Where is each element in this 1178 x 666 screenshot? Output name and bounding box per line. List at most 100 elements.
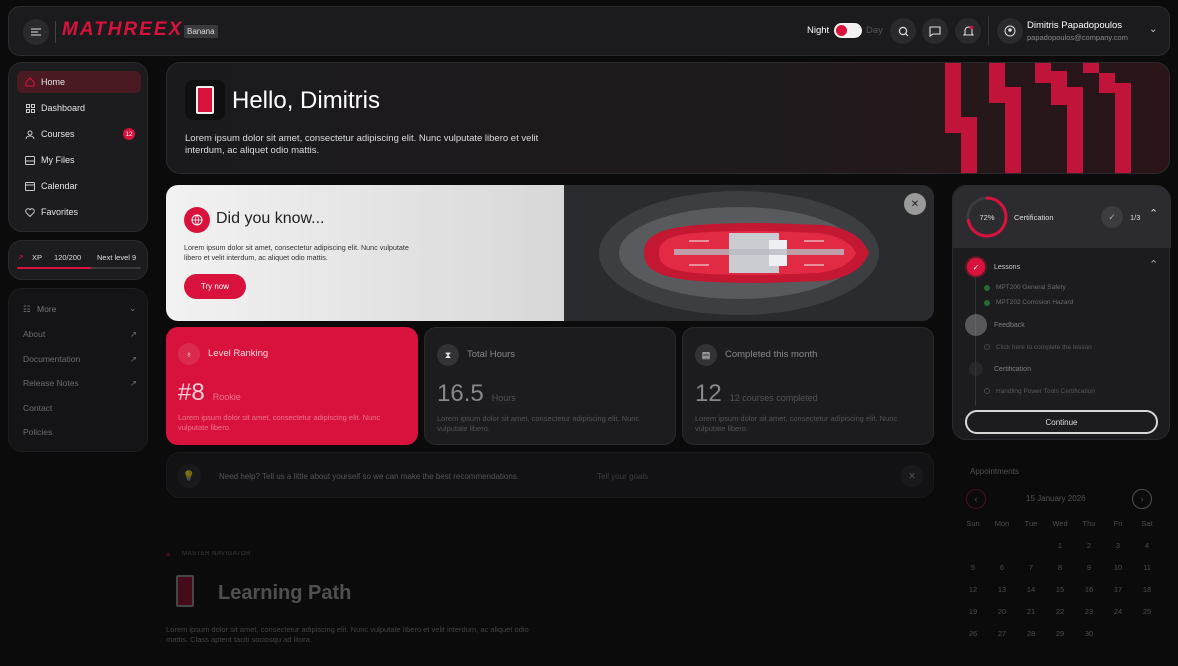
xp-widget: ↗ XP 120/200 Next level 9 [8, 240, 148, 280]
stat-label: Level Ranking [208, 348, 269, 359]
calendar-day[interactable]: 17 [1105, 585, 1131, 594]
calendar-day[interactable]: 16 [1076, 585, 1102, 594]
cert-count: 1/3 [1130, 213, 1141, 222]
dyk-text: Lorem ipsum dolor sit amet, consectetur … [184, 243, 409, 262]
chat-icon[interactable] [922, 18, 948, 44]
calendar-day[interactable]: 15 [1047, 585, 1073, 594]
brand-logo: MATHREEX [62, 19, 184, 40]
next-month-icon[interactable]: › [1132, 489, 1152, 509]
calendar-day[interactable]: 2 [1076, 541, 1102, 550]
more-item-release-notes[interactable]: Release Notes ↗ [23, 378, 137, 389]
lp-eyebrow: MASTER NAVIGATOR [182, 551, 252, 557]
external-link-icon: ↗ [129, 354, 137, 364]
calendar-day[interactable]: 24 [1105, 607, 1131, 616]
ship-image: ✕ [564, 185, 934, 321]
calendar-day[interactable]: 13 [989, 585, 1015, 594]
xp-progress-track [17, 267, 141, 269]
calendar-day[interactable]: 3 [1105, 541, 1131, 550]
stat-value: 16.5 [437, 380, 484, 407]
prev-month-icon[interactable]: ‹ [966, 489, 986, 509]
more-item-contact[interactable]: Contact [23, 403, 137, 413]
search-icon[interactable] [890, 18, 916, 44]
avatar[interactable] [997, 18, 1023, 44]
calendar-day[interactable]: 11 [1134, 563, 1160, 572]
stat-value: #8 [178, 379, 205, 406]
more-item-label: Policies [23, 427, 53, 437]
calendar-day[interactable]: 21 [1018, 607, 1044, 616]
more-item-documentation[interactable]: Documentation ↗ [23, 354, 137, 365]
calendar-weekday: Thu [1082, 519, 1096, 528]
help-goals-link[interactable]: Tell your goals [597, 472, 648, 481]
calendar-day[interactable]: 1 [1047, 541, 1073, 550]
more-item-label: About [23, 329, 46, 339]
more-item-label: Contact [23, 403, 53, 413]
more-panel: ☷ More ⌄ About ↗ Documentation ↗ Release N… [8, 288, 148, 452]
cert-step-item[interactable]: Handling Power Tools Certification [996, 388, 1095, 395]
stat-desc: Lorem ipsum dolor sit amet, consectetur … [178, 413, 381, 432]
calendar-day[interactable]: 23 [1076, 607, 1102, 616]
try-now-button[interactable]: Try now [184, 274, 246, 299]
stat-card-level-ranking[interactable]: ♁ Level Ranking #8 Rookie Lorem ipsum dol… [166, 327, 418, 445]
list-icon: ☷ [23, 304, 31, 314]
hourglass-icon: ⧗ [437, 344, 459, 366]
calendar-day[interactable]: 28 [1018, 629, 1044, 638]
stat-card-completed-month[interactable]: ▤ Completed this month 12 12 courses comp… [682, 327, 934, 445]
home-icon [25, 77, 35, 87]
close-icon[interactable]: ✕ [901, 465, 923, 487]
book-icon: ▤ [695, 344, 717, 366]
device-icon [176, 575, 194, 607]
top-bar: MATHREEX Banana Night Day Dimitris Papad… [8, 6, 1170, 56]
user-name: Dimitris Papadopoulos [1027, 20, 1123, 31]
stat-value-wrap: 16.5 Hours [437, 380, 516, 408]
calendar-day[interactable]: 19 [960, 607, 986, 616]
course-logo [185, 80, 225, 120]
calendar-day[interactable]: 10 [1105, 563, 1131, 572]
sidebar-item-my-files[interactable]: My Files [17, 149, 141, 171]
calendar-day[interactable]: 18 [1134, 585, 1160, 594]
more-header[interactable]: ☷ More [23, 304, 56, 315]
calendar-day[interactable]: 26 [960, 629, 986, 638]
calendar-day[interactable]: 4 [1134, 541, 1160, 550]
calendar-day[interactable]: 12 [960, 585, 986, 594]
chevron-up-icon[interactable]: ⌃ [1149, 207, 1158, 220]
continue-button[interactable]: Continue [965, 410, 1158, 434]
timeline-line [975, 276, 976, 406]
calendar-day[interactable]: 8 [1047, 563, 1073, 572]
theme-toggle[interactable] [834, 23, 862, 38]
files-icon [25, 155, 35, 165]
lesson-item[interactable]: MPT200 General Safety [996, 284, 1066, 291]
calendar-day[interactable]: 30 [1076, 629, 1102, 638]
lesson-item[interactable]: MPT202 Corrosion Hazard [996, 299, 1073, 306]
calendar-day[interactable]: 22 [1047, 607, 1073, 616]
sidebar-item-home[interactable]: Home [17, 71, 141, 93]
calendar-day[interactable]: 20 [989, 607, 1015, 616]
brand-tag: Banana [184, 25, 218, 38]
more-item-label: Release Notes [23, 378, 79, 388]
more-item-policies[interactable]: Policies [23, 427, 137, 437]
calendar-day[interactable]: 14 [1018, 585, 1044, 594]
calendar-day[interactable]: 9 [1076, 563, 1102, 572]
sidebar-item-favorites[interactable]: Favorites [17, 201, 141, 223]
calendar-day[interactable]: 5 [960, 563, 986, 572]
close-icon[interactable]: ✕ [904, 193, 926, 215]
stat-card-total-hours[interactable]: ⧗ Total Hours 16.5 Hours Lorem ipsum dolo… [424, 327, 676, 445]
chevron-down-icon[interactable]: ⌄ [129, 303, 137, 314]
calendar-day[interactable]: 29 [1047, 629, 1073, 638]
bell-icon[interactable] [955, 18, 981, 44]
sidebar-item-courses[interactable]: Courses 12 [17, 123, 141, 145]
feedback-item[interactable]: Click here to complete the lesson [996, 344, 1092, 351]
calendar-day[interactable]: 7 [1018, 563, 1044, 572]
hero-text: Lorem ipsum dolor sit amet, consectetur … [185, 133, 539, 156]
stat-unit: Hours [491, 393, 516, 403]
more-item-about[interactable]: About ↗ [23, 329, 137, 340]
sidebar-item-calendar[interactable]: Calendar [17, 175, 141, 197]
calendar-day[interactable]: 27 [989, 629, 1015, 638]
cert-percent: 72% [979, 213, 995, 222]
xp-next-level: Next level 9 [97, 253, 137, 262]
menu-icon[interactable] [23, 19, 49, 45]
calendar-day[interactable]: 25 [1134, 607, 1160, 616]
sidebar-item-dashboard[interactable]: Dashboard [17, 97, 141, 119]
chevron-down-icon[interactable]: ⌄ [1149, 24, 1157, 35]
calendar-day[interactable]: 6 [989, 563, 1015, 572]
chevron-up-icon[interactable]: ⌃ [1149, 258, 1158, 271]
